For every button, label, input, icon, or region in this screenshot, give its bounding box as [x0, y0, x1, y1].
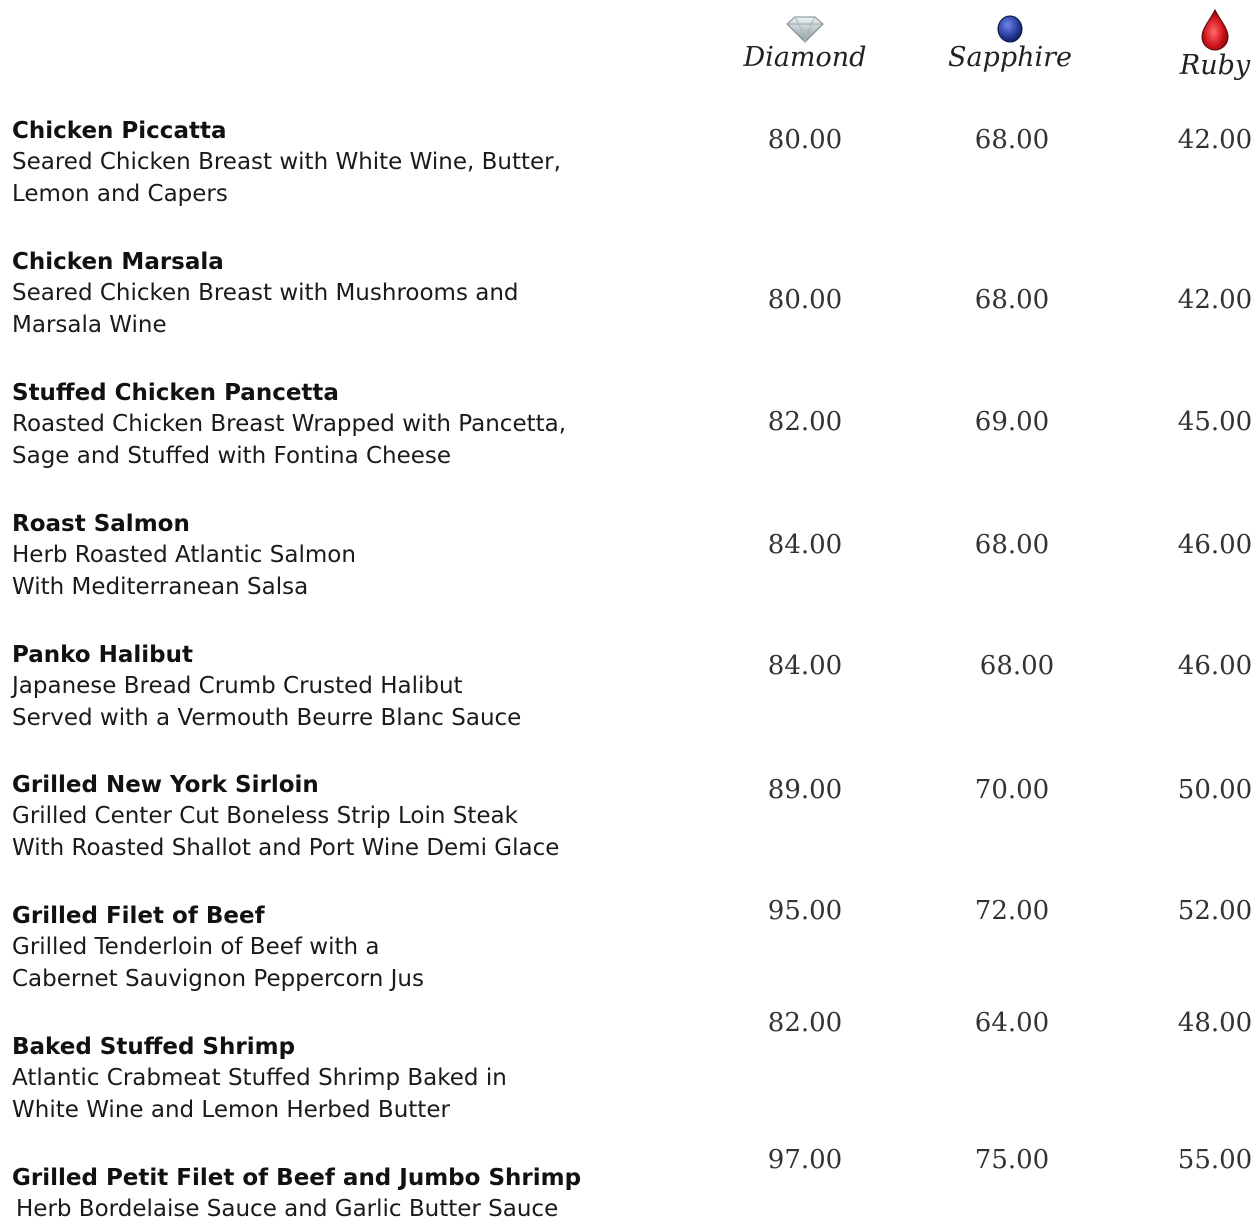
price-sapphire: 68.00: [974, 125, 1050, 155]
tier-header-ruby: Ruby: [1165, 8, 1259, 80]
price-diamond: 97.00: [767, 1145, 843, 1175]
menu-item: Grilled New York Sirloin Grilled Center …: [12, 770, 712, 864]
item-name: Grilled Filet of Beef: [12, 903, 265, 929]
price-ruby: 52.00: [1177, 896, 1253, 926]
price-sapphire: 75.00: [974, 1145, 1050, 1175]
price-diamond: 80.00: [767, 285, 843, 315]
price-ruby: 50.00: [1177, 775, 1253, 805]
item-description-line: Served with a Vermouth Beurre Blanc Sauc…: [12, 705, 522, 731]
price-ruby: 42.00: [1177, 285, 1253, 315]
price-sapphire: 70.00: [974, 775, 1050, 805]
item-description-line: Seared Chicken Breast with Mushrooms and: [12, 280, 519, 306]
price-sapphire: 64.00: [974, 1008, 1050, 1038]
price-diamond: 82.00: [767, 1008, 843, 1038]
price-ruby: 45.00: [1177, 407, 1253, 437]
price-sapphire: 72.00: [974, 896, 1050, 926]
item-description-line: White Wine and Lemon Herbed Butter: [12, 1097, 450, 1123]
item-description-line: Herb Roasted Atlantic Salmon: [12, 542, 356, 568]
price-sapphire: 68.00: [974, 285, 1050, 315]
item-name: Grilled New York Sirloin: [12, 772, 319, 798]
price-sapphire: 68.00: [979, 651, 1055, 681]
price-sapphire: 68.00: [974, 530, 1050, 560]
item-description-line: Seared Chicken Breast with White Wine, B…: [12, 149, 561, 175]
menu-item: Roast Salmon Herb Roasted Atlantic Salmo…: [12, 509, 712, 603]
price-diamond: 95.00: [767, 896, 843, 926]
menu-item: Baked Stuffed Shrimp Atlantic Crabmeat S…: [12, 1032, 712, 1126]
item-description-line: Marsala Wine: [12, 312, 167, 338]
item-description-line: Herb Bordelaise Sauce and Garlic Butter …: [16, 1196, 559, 1222]
tier-label-diamond: Diamond: [743, 42, 867, 73]
menu-item: Chicken Piccatta Seared Chicken Breast w…: [12, 116, 712, 210]
price-diamond: 84.00: [767, 530, 843, 560]
diamond-gem-icon: [786, 16, 824, 44]
sapphire-gem-icon: [997, 15, 1023, 43]
price-diamond: 80.00: [767, 125, 843, 155]
tier-header-diamond: Diamond: [740, 14, 870, 72]
price-sapphire: 69.00: [974, 407, 1050, 437]
menu-item: Grilled Petit Filet of Beef and Jumbo Sh…: [12, 1163, 712, 1225]
price-diamond: 89.00: [767, 775, 843, 805]
item-description-line: Roasted Chicken Breast Wrapped with Panc…: [12, 411, 567, 437]
price-ruby: 46.00: [1177, 651, 1253, 681]
menu-item: Stuffed Chicken Pancetta Roasted Chicken…: [12, 378, 712, 472]
menu-item: Grilled Filet of Beef Grilled Tenderloin…: [12, 901, 712, 995]
menu-item: Panko Halibut Japanese Bread Crumb Crust…: [12, 640, 712, 734]
menu-item: Chicken Marsala Seared Chicken Breast wi…: [12, 247, 712, 341]
item-description-line: Grilled Tenderloin of Beef with a: [12, 934, 380, 960]
item-name: Chicken Piccatta: [12, 118, 227, 144]
item-name: Panko Halibut: [12, 642, 193, 668]
tier-label-sapphire: Sapphire: [947, 42, 1073, 73]
item-name: Roast Salmon: [12, 511, 190, 537]
item-name: Stuffed Chicken Pancetta: [12, 380, 339, 406]
tier-label-ruby: Ruby: [1179, 50, 1251, 81]
price-ruby: 42.00: [1177, 125, 1253, 155]
item-description-line: Japanese Bread Crumb Crusted Halibut: [12, 673, 463, 699]
item-description-line: With Roasted Shallot and Port Wine Demi …: [12, 835, 560, 861]
tier-header-sapphire: Sapphire: [945, 14, 1075, 72]
item-description-line: Grilled Center Cut Boneless Strip Loin S…: [12, 803, 518, 829]
price-ruby: 46.00: [1177, 530, 1253, 560]
price-ruby: 55.00: [1177, 1145, 1253, 1175]
item-description-line: Lemon and Capers: [12, 181, 228, 207]
item-name: Baked Stuffed Shrimp: [12, 1034, 296, 1060]
price-ruby: 48.00: [1177, 1008, 1253, 1038]
price-diamond: 82.00: [767, 407, 843, 437]
item-description-line: Atlantic Crabmeat Stuffed Shrimp Baked i…: [12, 1065, 507, 1091]
item-name: Grilled Petit Filet of Beef and Jumbo Sh…: [12, 1165, 582, 1191]
item-description-line: Sage and Stuffed with Fontina Cheese: [12, 443, 452, 469]
item-name: Chicken Marsala: [12, 249, 224, 275]
price-diamond: 84.00: [767, 651, 843, 681]
ruby-gem-icon: [1201, 8, 1229, 51]
item-description-line: Cabernet Sauvignon Peppercorn Jus: [12, 966, 424, 992]
item-description-line: With Mediterranean Salsa: [12, 574, 309, 600]
